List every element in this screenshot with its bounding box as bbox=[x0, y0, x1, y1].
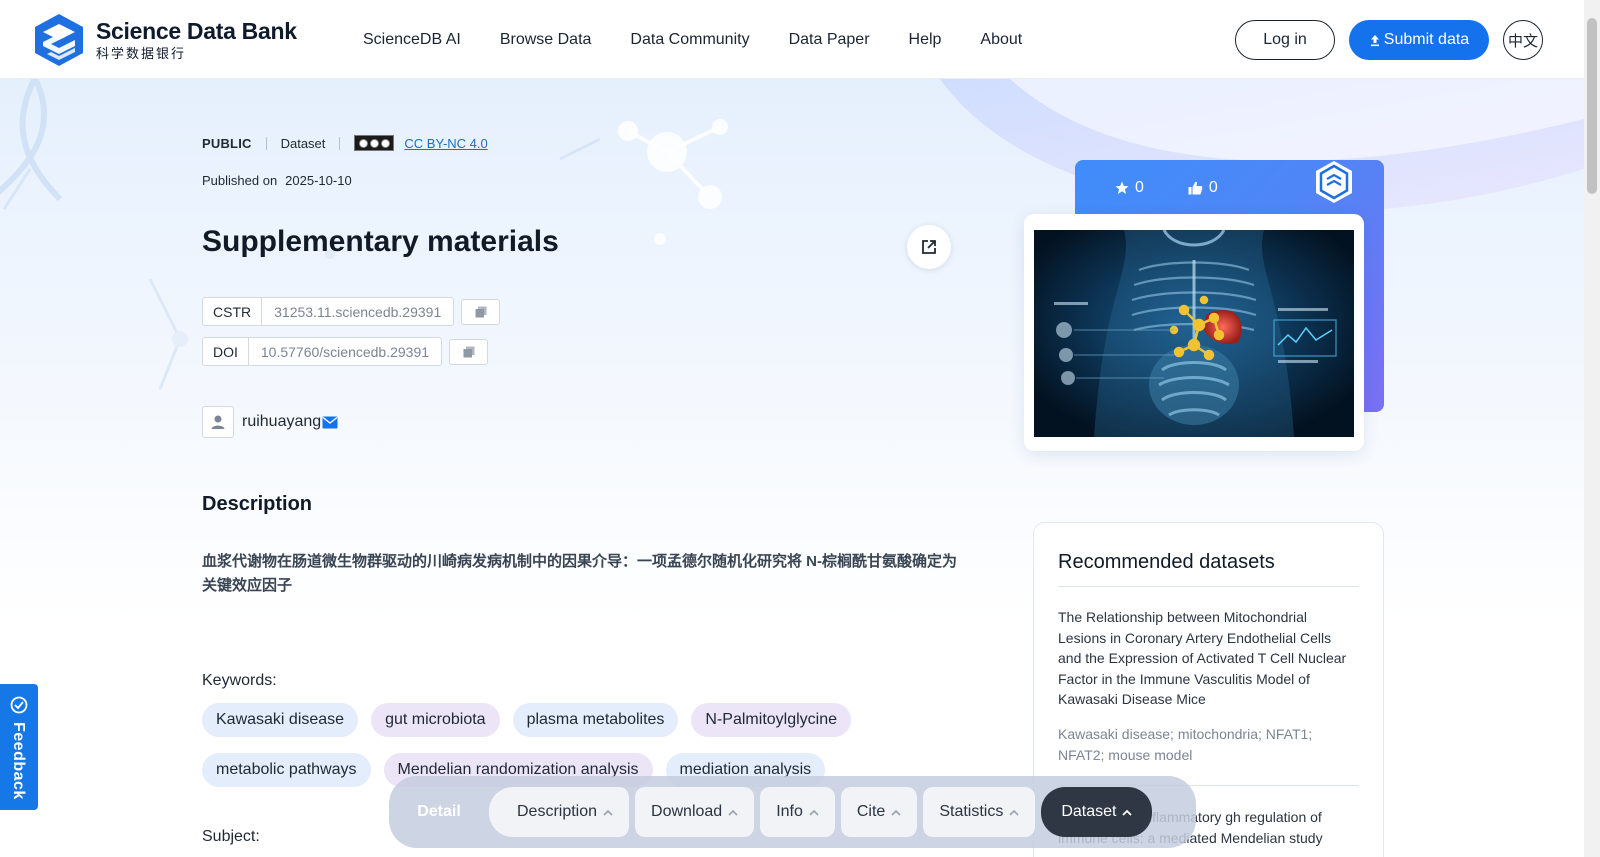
tab-statistics[interactable]: Statistics bbox=[923, 787, 1036, 837]
star-value: 0 bbox=[1135, 179, 1144, 196]
recommended-item-keywords: Kawasaki disease; mitochondria; NFAT1; N… bbox=[1058, 726, 1313, 763]
tab-download[interactable]: Download bbox=[635, 787, 755, 837]
tab-label: Cite bbox=[856, 803, 886, 820]
recommended-heading: Recommended datasets bbox=[1058, 551, 1275, 573]
chevron-up-icon bbox=[809, 809, 819, 816]
nav-sciencedb-ai[interactable]: ScienceDB AI bbox=[363, 31, 461, 49]
dataset-cover-image[interactable] bbox=[1034, 230, 1354, 437]
chevron-up-icon bbox=[1122, 809, 1133, 816]
chevron-up-icon bbox=[1009, 809, 1019, 816]
top-header: Science Data Bank 科学数据银行 ScienceDB AI Br… bbox=[0, 0, 1584, 79]
language-toggle[interactable]: 中文 bbox=[1503, 20, 1543, 60]
divider bbox=[265, 136, 267, 150]
published-date: Published on 2025-10-10 bbox=[202, 173, 352, 188]
thumbs-up-icon bbox=[1188, 181, 1203, 195]
page-title: Supplementary materials bbox=[202, 225, 559, 258]
cover-card bbox=[1024, 214, 1364, 451]
feedback-label: Feedback bbox=[10, 722, 27, 800]
site-logo[interactable]: Science Data Bank 科学数据银行 bbox=[31, 12, 297, 68]
tab-label: Description bbox=[517, 803, 598, 820]
star-icon bbox=[1115, 181, 1129, 194]
star-count[interactable]: 0 bbox=[1115, 179, 1144, 197]
published-label: Published on bbox=[202, 173, 278, 188]
cstr-label: CSTR bbox=[203, 298, 263, 325]
chevron-up-icon bbox=[891, 809, 901, 816]
copy-icon bbox=[463, 346, 475, 357]
copy-cstr-button[interactable] bbox=[461, 298, 501, 325]
page-scrollbar[interactable] bbox=[1584, 0, 1600, 857]
cstr-field: CSTR 31253.11.sciencedb.29391 bbox=[202, 297, 455, 326]
copy-icon bbox=[475, 306, 487, 317]
keywords-row: Kawasaki disease gut microbiota plasma m… bbox=[202, 703, 864, 737]
doi-row: DOI 10.57760/sciencedb.29391 bbox=[202, 337, 489, 366]
tab-dataset[interactable]: Dataset bbox=[1041, 787, 1153, 837]
logo-title: Science Data Bank bbox=[96, 18, 297, 44]
tab-info[interactable]: Info bbox=[760, 787, 835, 837]
nav-browse-data[interactable]: Browse Data bbox=[500, 31, 592, 49]
section-tab-bar: Detail Description Download Info Cite St… bbox=[389, 776, 1196, 848]
tab-detail[interactable]: Detail bbox=[396, 803, 482, 821]
keyword-tag[interactable]: gut microbiota bbox=[371, 703, 500, 737]
published-value: 2025-10-10 bbox=[285, 173, 352, 188]
access-badge: PUBLIC bbox=[202, 135, 252, 151]
main-content: PUBLIC Dataset CC BY-NC 4.0 Published on… bbox=[0, 79, 1584, 857]
like-value: 0 bbox=[1208, 179, 1218, 196]
tab-label: Statistics bbox=[939, 803, 1004, 820]
author-name[interactable]: ruihuayang bbox=[242, 413, 321, 431]
share-button[interactable] bbox=[907, 225, 951, 269]
logo-icon bbox=[35, 14, 83, 66]
divider bbox=[339, 136, 341, 150]
tab-cite[interactable]: Cite bbox=[840, 787, 918, 837]
dataset-type: Dataset bbox=[280, 135, 326, 151]
feedback-icon bbox=[10, 696, 28, 714]
license-link[interactable]: CC BY-NC 4.0 bbox=[404, 136, 487, 151]
tab-description[interactable]: Description bbox=[489, 787, 630, 837]
upload-icon bbox=[1370, 34, 1379, 46]
keywords-label: Keywords: bbox=[202, 672, 277, 689]
login-button[interactable]: Log in bbox=[1235, 20, 1335, 60]
scrollbar-thumb[interactable] bbox=[1587, 18, 1597, 194]
email-icon[interactable] bbox=[322, 416, 338, 429]
feedback-tab[interactable]: Feedback bbox=[0, 684, 38, 810]
submit-data-button[interactable]: Submit data bbox=[1349, 20, 1489, 60]
keyword-tag[interactable]: Kawasaki disease bbox=[202, 703, 359, 737]
anatomy-illustration bbox=[1034, 230, 1354, 437]
author: ruihuayang bbox=[202, 406, 338, 438]
logo-subtitle: 科学数据银行 bbox=[96, 46, 187, 61]
external-link-icon bbox=[922, 240, 936, 254]
main-nav: ScienceDB AI Browse Data Data Community … bbox=[363, 0, 1061, 79]
nav-data-paper[interactable]: Data Paper bbox=[789, 31, 870, 49]
copy-doi-button[interactable] bbox=[449, 338, 489, 365]
tab-label: Download bbox=[651, 803, 723, 820]
stats-row: 0 0 bbox=[1115, 179, 1262, 197]
chevron-up-icon bbox=[728, 809, 738, 816]
avatar bbox=[202, 406, 234, 438]
nav-about[interactable]: About bbox=[980, 31, 1022, 49]
cc-license-icon bbox=[354, 135, 395, 151]
submit-data-label: Submit data bbox=[1383, 31, 1470, 48]
tab-label: Info bbox=[776, 803, 803, 820]
keyword-tag[interactable]: plasma metabolites bbox=[512, 703, 679, 737]
sciencedb-badge-icon bbox=[1316, 161, 1352, 203]
doi-value: 10.57760/sciencedb.29391 bbox=[260, 343, 430, 360]
keyword-tag[interactable]: N-Palmitoylglycine bbox=[691, 703, 852, 737]
divider bbox=[1058, 586, 1359, 587]
description-text: 血浆代谢物在肠道微生物群驱动的川崎病发病机制中的因果介导：一项孟德尔随机化研究将… bbox=[202, 553, 958, 594]
tab-label: Dataset bbox=[1061, 803, 1117, 820]
cstr-row: CSTR 31253.11.sciencedb.29391 bbox=[202, 297, 501, 326]
cstr-value: 31253.11.sciencedb.29391 bbox=[274, 303, 442, 320]
nav-data-community[interactable]: Data Community bbox=[630, 31, 749, 49]
subject-label: Subject: bbox=[202, 828, 260, 845]
nav-help[interactable]: Help bbox=[909, 31, 942, 49]
dataset-meta-row: PUBLIC Dataset CC BY-NC 4.0 bbox=[202, 135, 488, 151]
doi-field: DOI 10.57760/sciencedb.29391 bbox=[202, 337, 443, 366]
chevron-up-icon bbox=[603, 809, 613, 816]
like-count[interactable]: 0 bbox=[1188, 179, 1218, 197]
recommended-item-title[interactable]: The Relationship between Mitochondrial L… bbox=[1058, 607, 1358, 710]
keyword-tag[interactable]: metabolic pathways bbox=[202, 753, 371, 787]
user-icon bbox=[211, 415, 225, 429]
doi-label: DOI bbox=[203, 338, 249, 365]
description-heading: Description bbox=[202, 493, 313, 515]
